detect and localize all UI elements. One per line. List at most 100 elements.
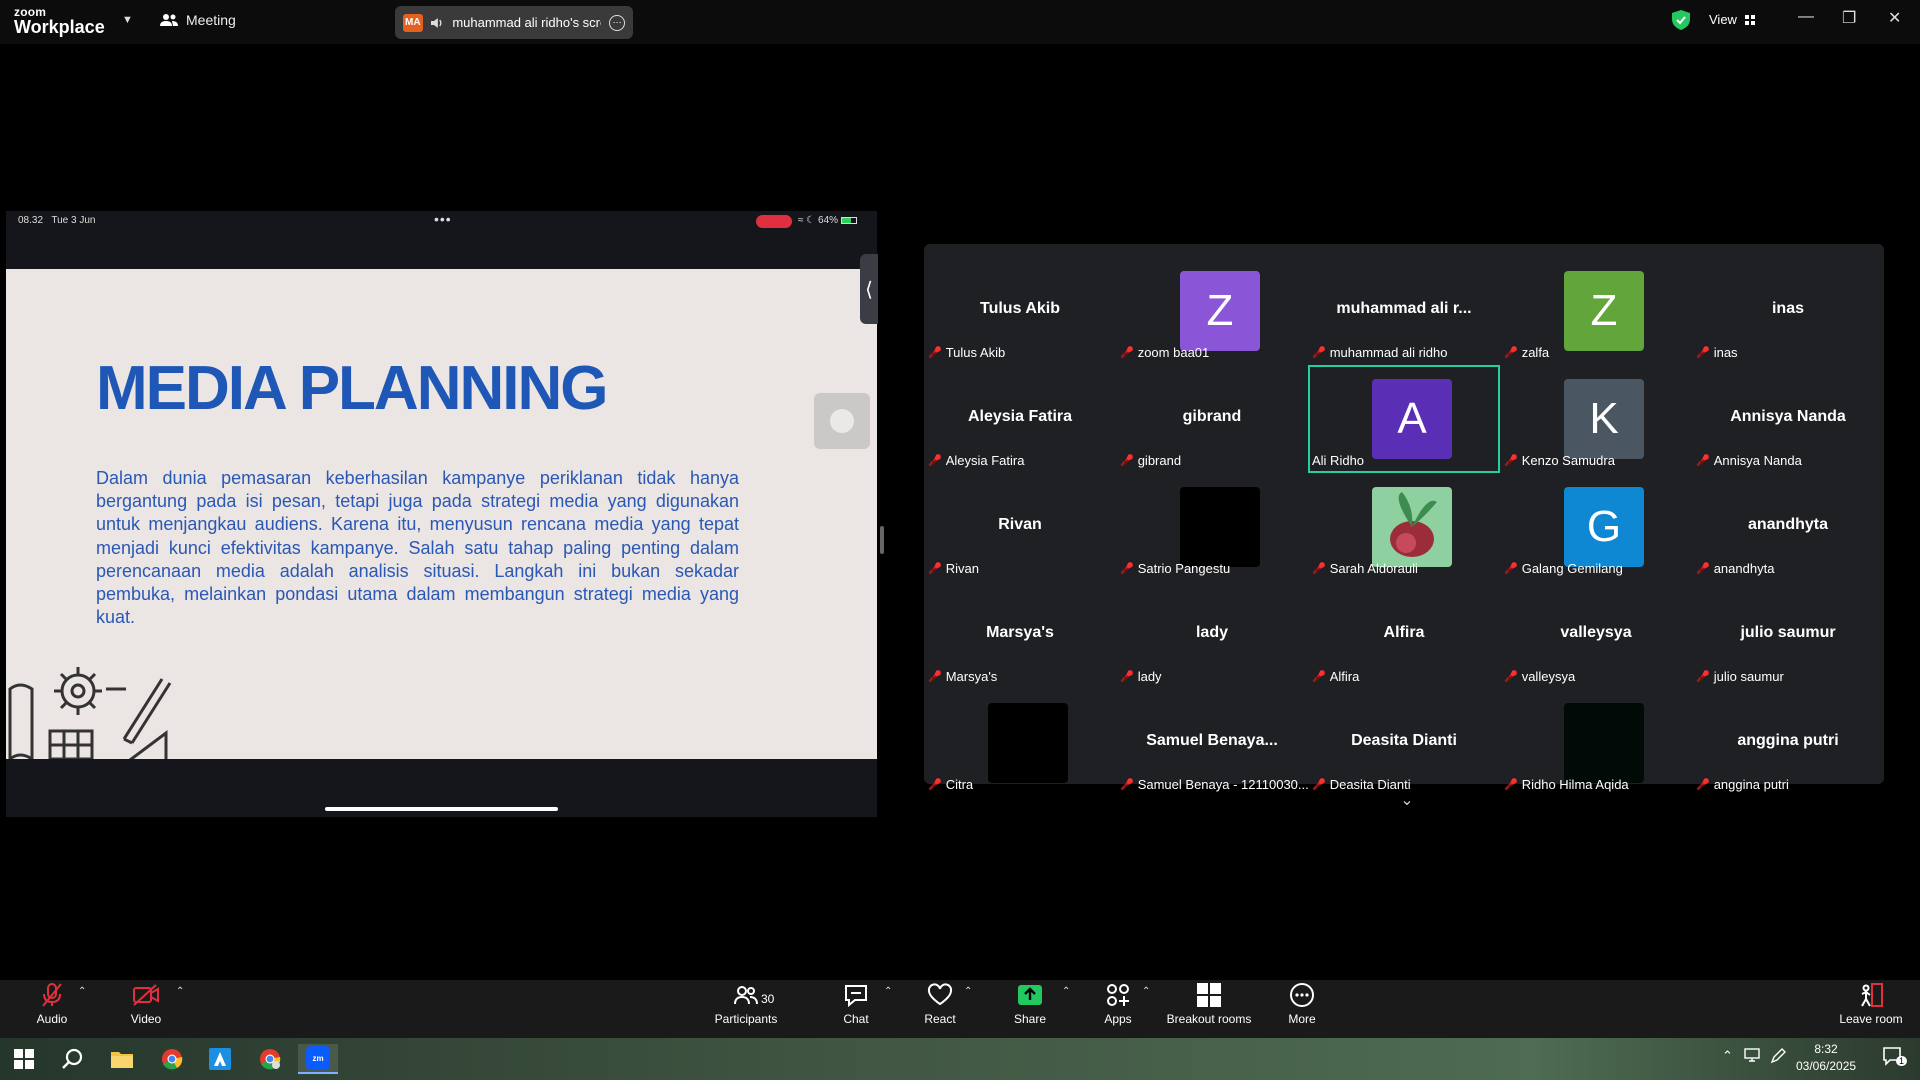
participant-name: Ali Ridho <box>1312 453 1365 468</box>
participant-display-name: muhammad ali r... <box>1336 300 1472 317</box>
apps-options-caret-icon[interactable]: ⌃ <box>1142 986 1150 997</box>
screen-share-indicator[interactable]: MA muhammad ali ridho's screen ⋯ <box>395 6 633 39</box>
share-label: Share <box>1013 1012 1047 1026</box>
share-options-caret-icon[interactable]: ⌃ <box>1062 986 1070 997</box>
participant-tile[interactable]: Samuel Benaya... 🎤 Samuel Benaya - 1211003… <box>1116 689 1309 797</box>
presentation-slide: MEDIA PLANNING Dalam dunia pemasaran keb… <box>6 269 877 759</box>
share-button[interactable]: Share <box>1006 980 1054 1026</box>
share-screen-icon <box>1018 985 1042 1005</box>
apps-button[interactable]: Apps <box>1094 980 1142 1026</box>
participant-display-name: lady <box>1195 624 1228 641</box>
participant-display-name: Aleysia Fatira <box>967 408 1073 425</box>
participant-display-name: valleysya <box>1560 624 1632 641</box>
view-button[interactable]: View <box>1709 12 1755 27</box>
participant-tile[interactable]: Deasita Dianti 🎤 Deasita Dianti <box>1308 689 1500 797</box>
gallery-next-page-icon[interactable]: ⌄ <box>1392 790 1422 814</box>
search-icon[interactable] <box>52 1044 92 1074</box>
participant-tile[interactable]: Z 🎤 zoom baa01 <box>1116 257 1308 365</box>
react-options-caret-icon[interactable]: ⌃ <box>964 986 972 997</box>
mic-muted-icon: 🎤 <box>1120 779 1134 791</box>
participant-name: anggina putri <box>1713 777 1789 792</box>
participant-tile[interactable]: anggina putri 🎤 anggina putri <box>1692 689 1884 797</box>
participant-tile[interactable]: 🎤 Satrio Pangestu <box>1116 473 1308 581</box>
participant-tile[interactable]: K 🎤 Kenzo Samudra <box>1500 365 1692 473</box>
participant-tile[interactable]: Marsya's 🎤 Marsya's <box>924 581 1116 689</box>
participant-tile[interactable]: Z 🎤 zalfa <box>1500 257 1692 365</box>
share-label: muhammad ali ridho's screen <box>452 15 601 30</box>
participant-tile[interactable]: Alfira 🎤 Alfira <box>1308 581 1500 689</box>
participant-tile[interactable]: Rivan 🎤 Rivan <box>924 473 1116 581</box>
system-clock[interactable]: 8:32 03/06/2025 <box>1796 1041 1856 1075</box>
participant-tile[interactable]: G 🎤 Galang Gemilang <box>1500 473 1692 581</box>
mic-muted-icon: 🎤 <box>1312 671 1326 683</box>
show-hidden-icons-icon[interactable]: ⌃ <box>1722 1048 1733 1064</box>
participant-name: valleysya <box>1521 669 1576 684</box>
chrome-icon[interactable] <box>152 1044 192 1074</box>
breakout-rooms-button[interactable]: Breakout rooms <box>1166 980 1252 1026</box>
meeting-people-icon <box>160 14 178 26</box>
pen-icon[interactable] <box>1770 1048 1786 1067</box>
participant-name: inas <box>1713 345 1738 360</box>
audio-options-caret-icon[interactable]: ⌃ <box>78 986 86 997</box>
participant-tile[interactable]: anandhyta 🎤 anandhyta <box>1692 473 1884 581</box>
participant-tile[interactable]: gibrand 🎤 gibrand <box>1116 365 1308 473</box>
chat-button[interactable]: Chat <box>832 980 880 1026</box>
planning-illustration-icon <box>8 667 172 759</box>
participant-name-label: 🎤 lady <box>1120 669 1162 684</box>
video-button[interactable]: Video <box>122 980 170 1026</box>
network-icon[interactable] <box>1744 1048 1760 1065</box>
participant-name: gibrand <box>1137 453 1182 468</box>
video-options-caret-icon[interactable]: ⌃ <box>176 986 184 997</box>
participant-name-label: 🎤 Marsya's <box>928 669 997 684</box>
participant-name: Aleysia Fatira <box>945 453 1025 468</box>
participant-name-label: 🎤 Annisya Nanda <box>1696 453 1802 468</box>
slide-title: MEDIA PLANNING <box>96 354 608 423</box>
participants-label: Participants <box>714 1012 778 1026</box>
participant-display-name: Deasita Dianti <box>1351 732 1457 749</box>
participant-avatar: Z <box>1180 271 1260 351</box>
brand-line2: Workplace <box>14 17 105 37</box>
chat-icon <box>845 985 867 1007</box>
windows-start-icon[interactable] <box>4 1044 44 1074</box>
participant-tile[interactable]: 🎤 Sarah Aldorauli <box>1308 473 1500 581</box>
chevron-down-icon[interactable]: ▼ <box>122 14 133 26</box>
assistive-touch-button[interactable] <box>814 393 870 449</box>
mic-muted-icon: 🎤 <box>1120 455 1134 467</box>
audio-button[interactable]: Audio <box>28 980 76 1026</box>
split-view-divider[interactable] <box>880 526 884 554</box>
participant-name-label: 🎤 zalfa <box>1504 345 1549 360</box>
participant-tile[interactable]: 🎤 Citra <box>924 689 1116 797</box>
participant-tile[interactable]: Aleysia Fatira 🎤 Aleysia Fatira <box>924 365 1116 473</box>
participant-name: Alfira <box>1329 669 1360 684</box>
more-button[interactable]: More <box>1278 980 1326 1026</box>
sidebar-collapse-handle[interactable]: ⟨ <box>860 254 878 324</box>
participant-tile[interactable]: lady 🎤 lady <box>1116 581 1308 689</box>
participant-tile[interactable]: Tulus Akib 🎤 Tulus Akib <box>924 257 1116 365</box>
notification-count: 1 <box>1896 1056 1908 1066</box>
battery-status: ≈ ☾ 64% <box>798 215 857 226</box>
zoom-taskbar-icon[interactable]: zm <box>298 1044 338 1074</box>
participant-tile[interactable]: A Ali Ridho <box>1308 365 1500 473</box>
chrome-profile-icon[interactable] <box>250 1044 290 1074</box>
minimize-icon[interactable]: — <box>1798 8 1814 26</box>
meeting-info-button[interactable]: Meeting <box>160 12 236 28</box>
file-explorer-icon[interactable] <box>102 1044 142 1074</box>
leave-room-button[interactable]: Leave room <box>1836 980 1906 1026</box>
participant-name-label: 🎤 Citra <box>928 777 973 792</box>
chat-options-caret-icon[interactable]: ⌃ <box>884 986 892 997</box>
leave-door-icon <box>1861 983 1883 1007</box>
participant-tile[interactable]: valleysya 🎤 valleysya <box>1500 581 1692 689</box>
participant-display-name: Alfira <box>1383 624 1425 641</box>
participant-tile[interactable]: 🎤 Ridho Hilma Aqida <box>1500 689 1692 797</box>
more-options-icon[interactable]: ⋯ <box>609 14 625 31</box>
azure-app-icon[interactable] <box>200 1044 240 1074</box>
restore-icon[interactable]: ❐ <box>1842 8 1856 28</box>
notification-center-icon[interactable]: 1 <box>1882 1046 1908 1069</box>
close-icon[interactable]: ✕ <box>1888 8 1901 28</box>
participant-tile[interactable]: inas 🎤 inas <box>1692 257 1884 365</box>
react-button[interactable]: React <box>916 980 964 1026</box>
security-shield-icon[interactable] <box>1672 10 1690 30</box>
participant-tile[interactable]: julio saumur 🎤 julio saumur <box>1692 581 1884 689</box>
participant-tile[interactable]: Annisya Nanda 🎤 Annisya Nanda <box>1692 365 1884 473</box>
participant-tile[interactable]: muhammad ali r... 🎤 muhammad ali ridho <box>1308 257 1500 365</box>
